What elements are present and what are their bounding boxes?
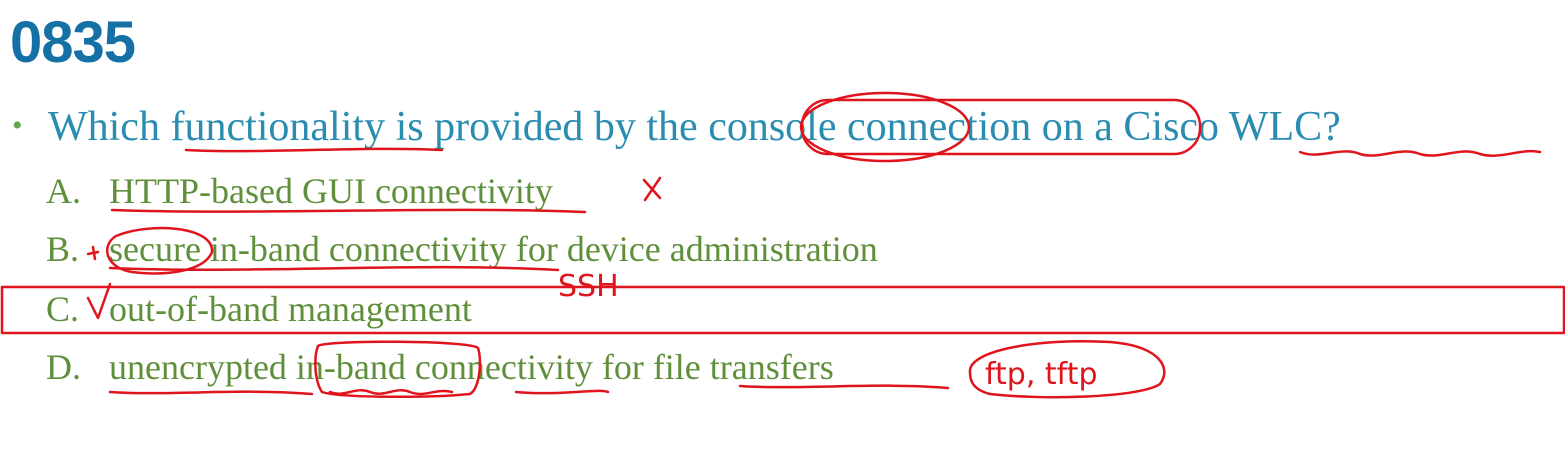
option-d-text: unencrypted in-band connectivity for fil… [109,347,834,387]
question-text: Which functionality is provided by the c… [48,104,1341,150]
ftp-tftp-note: ftp, tftp [985,357,1098,392]
circle-ftp-tftp [968,340,1166,399]
option-a-letter: A. [46,171,81,211]
option-a-text: HTTP-based GUI connectivity [109,171,553,211]
option-b-letter: B. [46,229,80,269]
option-c-text: out-of-band management [109,289,472,329]
option-b-text: secure in-band connectivity for device a… [109,229,878,269]
bullet-marker: • [12,109,23,142]
question-number-title: 0835 [10,10,136,75]
checkmark-c [86,282,112,320]
tick-mark-b [86,245,100,261]
option-c-letter: C. [46,289,80,329]
wrong-mark [642,176,662,202]
option-d-letter: D. [46,347,81,387]
ssh-note: SSH [558,269,619,304]
underline-unencrypted [108,390,314,396]
